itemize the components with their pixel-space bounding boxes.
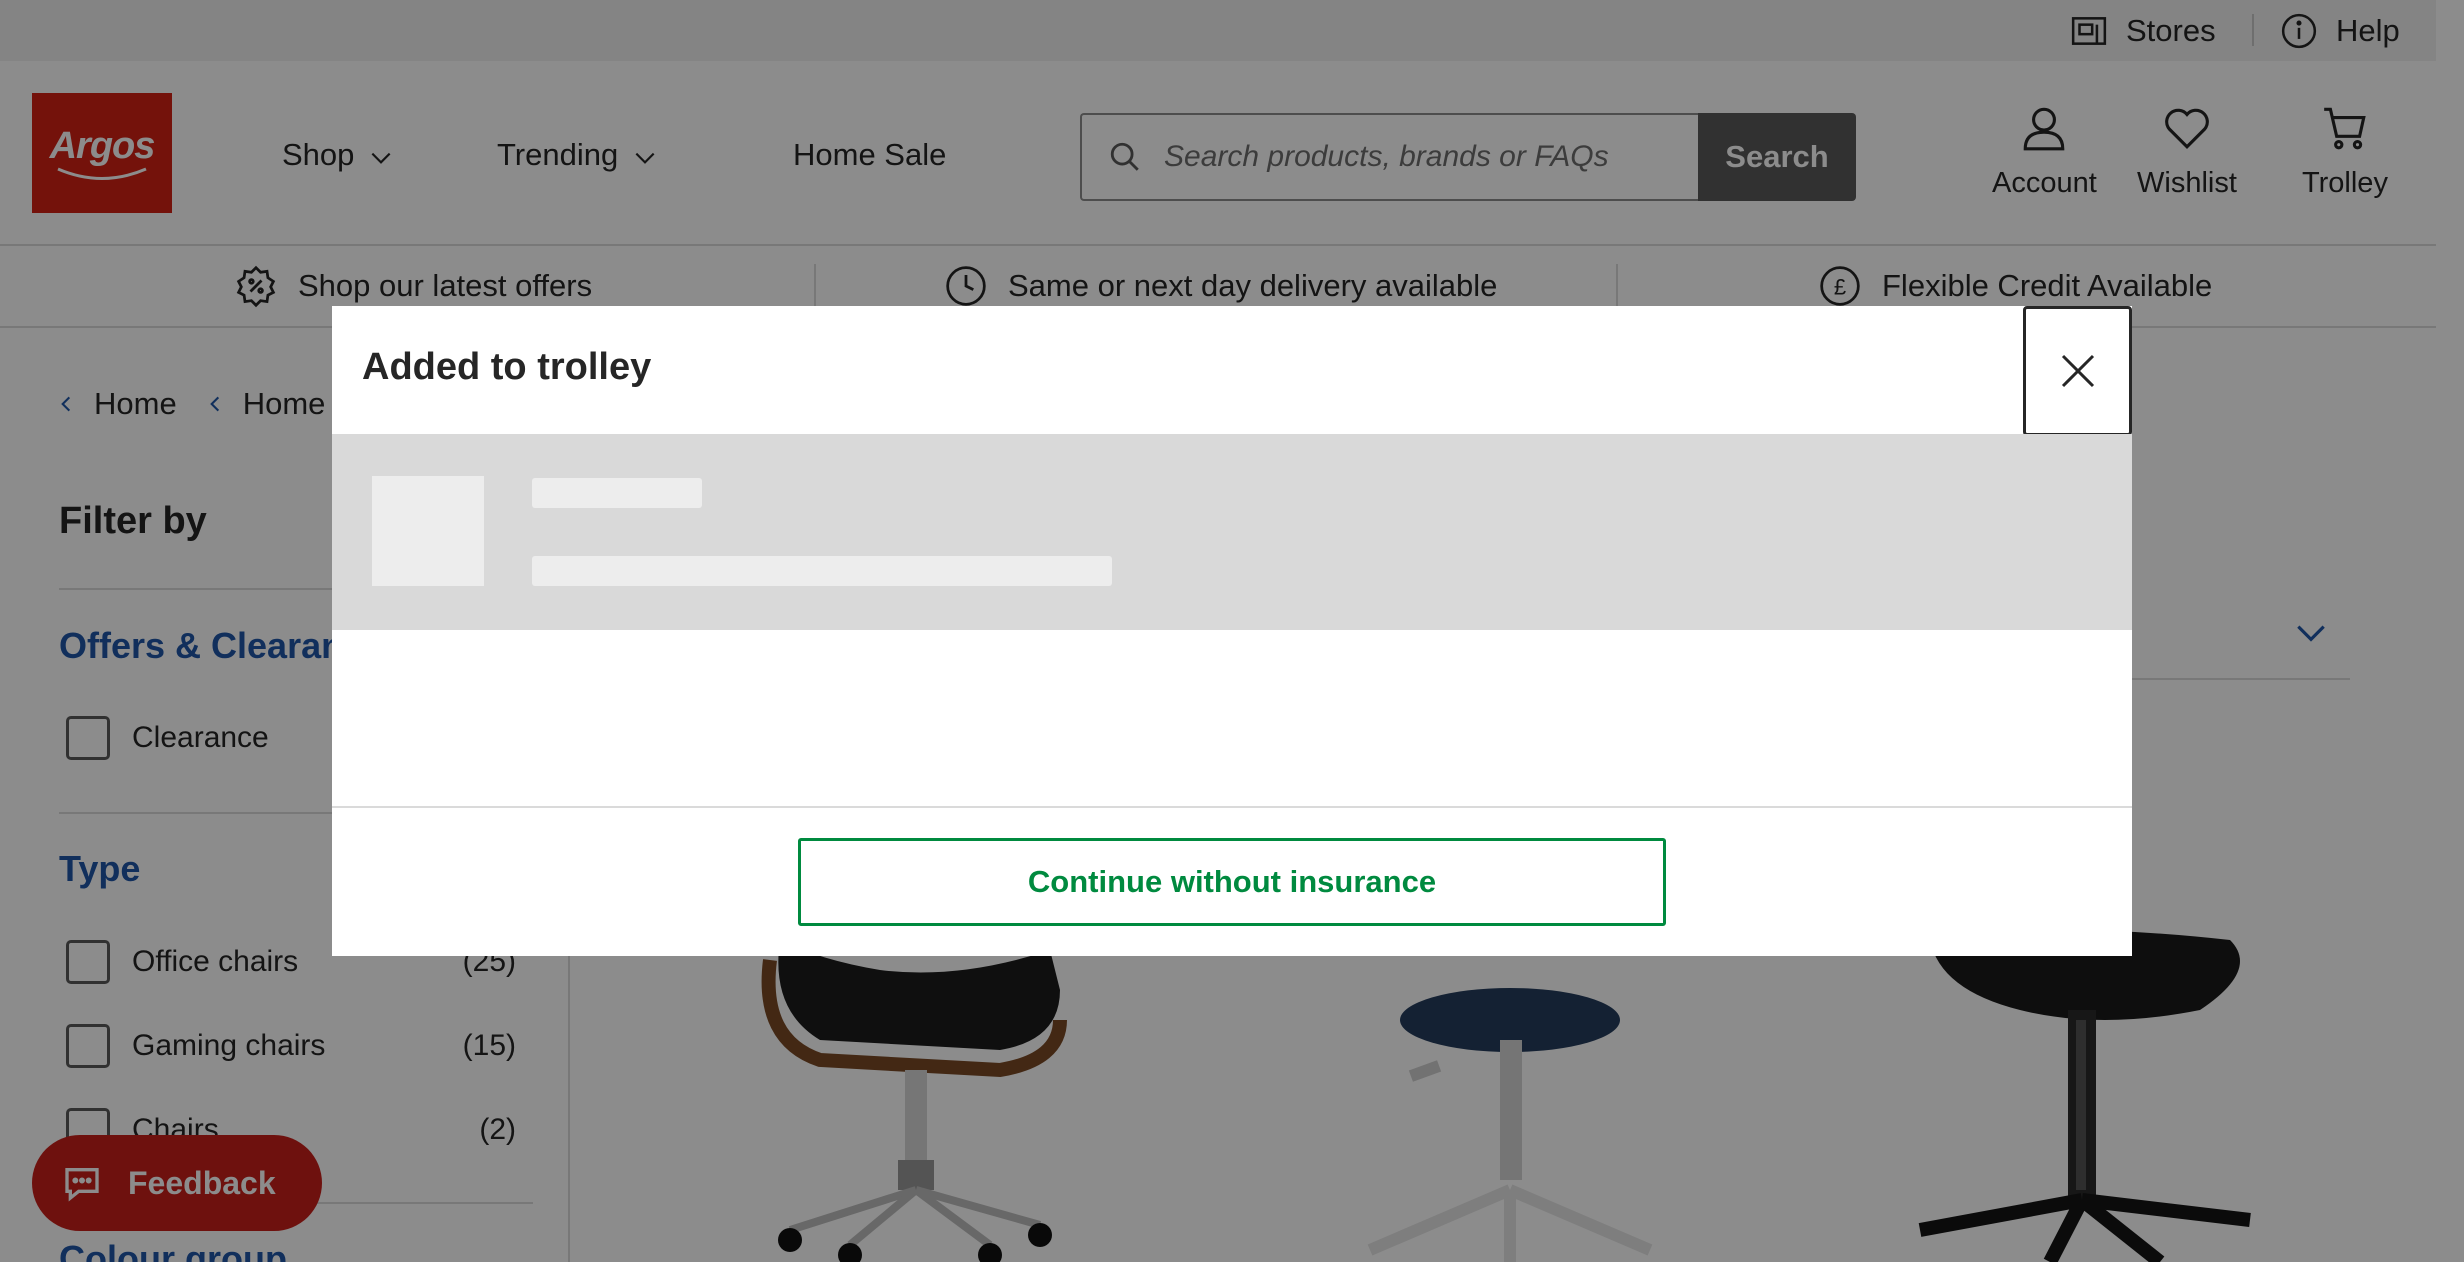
continue-without-insurance-button[interactable]: Continue without insurance: [798, 838, 1666, 926]
skeleton-thumbnail: [372, 476, 484, 586]
product-loading-placeholder: [332, 434, 2132, 630]
close-button[interactable]: [2023, 306, 2132, 436]
added-to-trolley-modal: Added to trolley Continue without insura…: [332, 306, 2132, 956]
modal-title: Added to trolley: [362, 346, 652, 388]
close-icon: [2061, 354, 2094, 388]
skeleton-line: [532, 556, 1112, 586]
modal-divider: [332, 806, 2132, 808]
skeleton-line: [532, 478, 702, 508]
